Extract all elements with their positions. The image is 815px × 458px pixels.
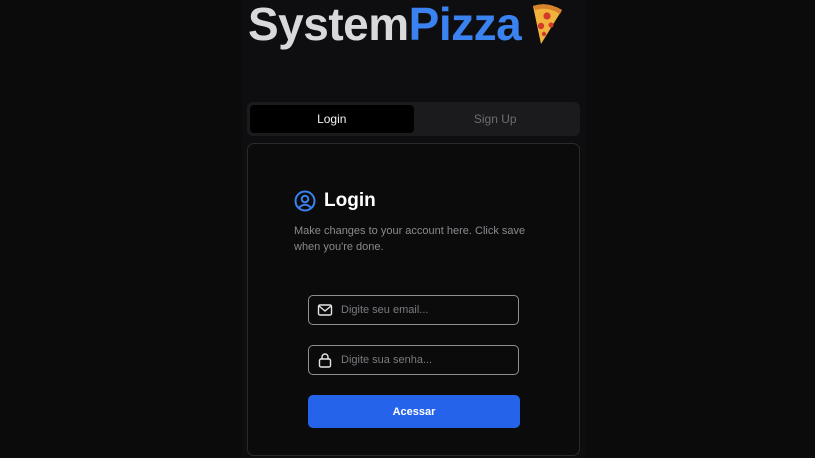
pizza-slice-icon [527,2,567,46]
card-title: Login [294,190,376,212]
email-input[interactable] [341,304,518,316]
brand-logo: System Pizza [248,0,567,50]
password-input[interactable] [341,354,518,366]
brand-text-system: System [248,0,409,50]
brand-text-pizza: Pizza [408,0,522,50]
auth-tabs: Login Sign Up [247,102,580,136]
card-description: Make changes to your account here. Click… [294,225,526,253]
lock-icon [317,352,333,368]
page: System Pizza Login Sign Up Login Make ch… [0,0,815,458]
card-title-text: Login [324,190,376,211]
tab-sign-up[interactable]: Sign Up [414,105,578,133]
tab-login[interactable]: Login [250,105,414,133]
password-field[interactable] [308,345,519,375]
email-field[interactable] [308,295,519,325]
mail-icon [317,302,333,318]
user-circle-icon [294,190,316,212]
submit-button[interactable]: Acessar [308,395,520,428]
